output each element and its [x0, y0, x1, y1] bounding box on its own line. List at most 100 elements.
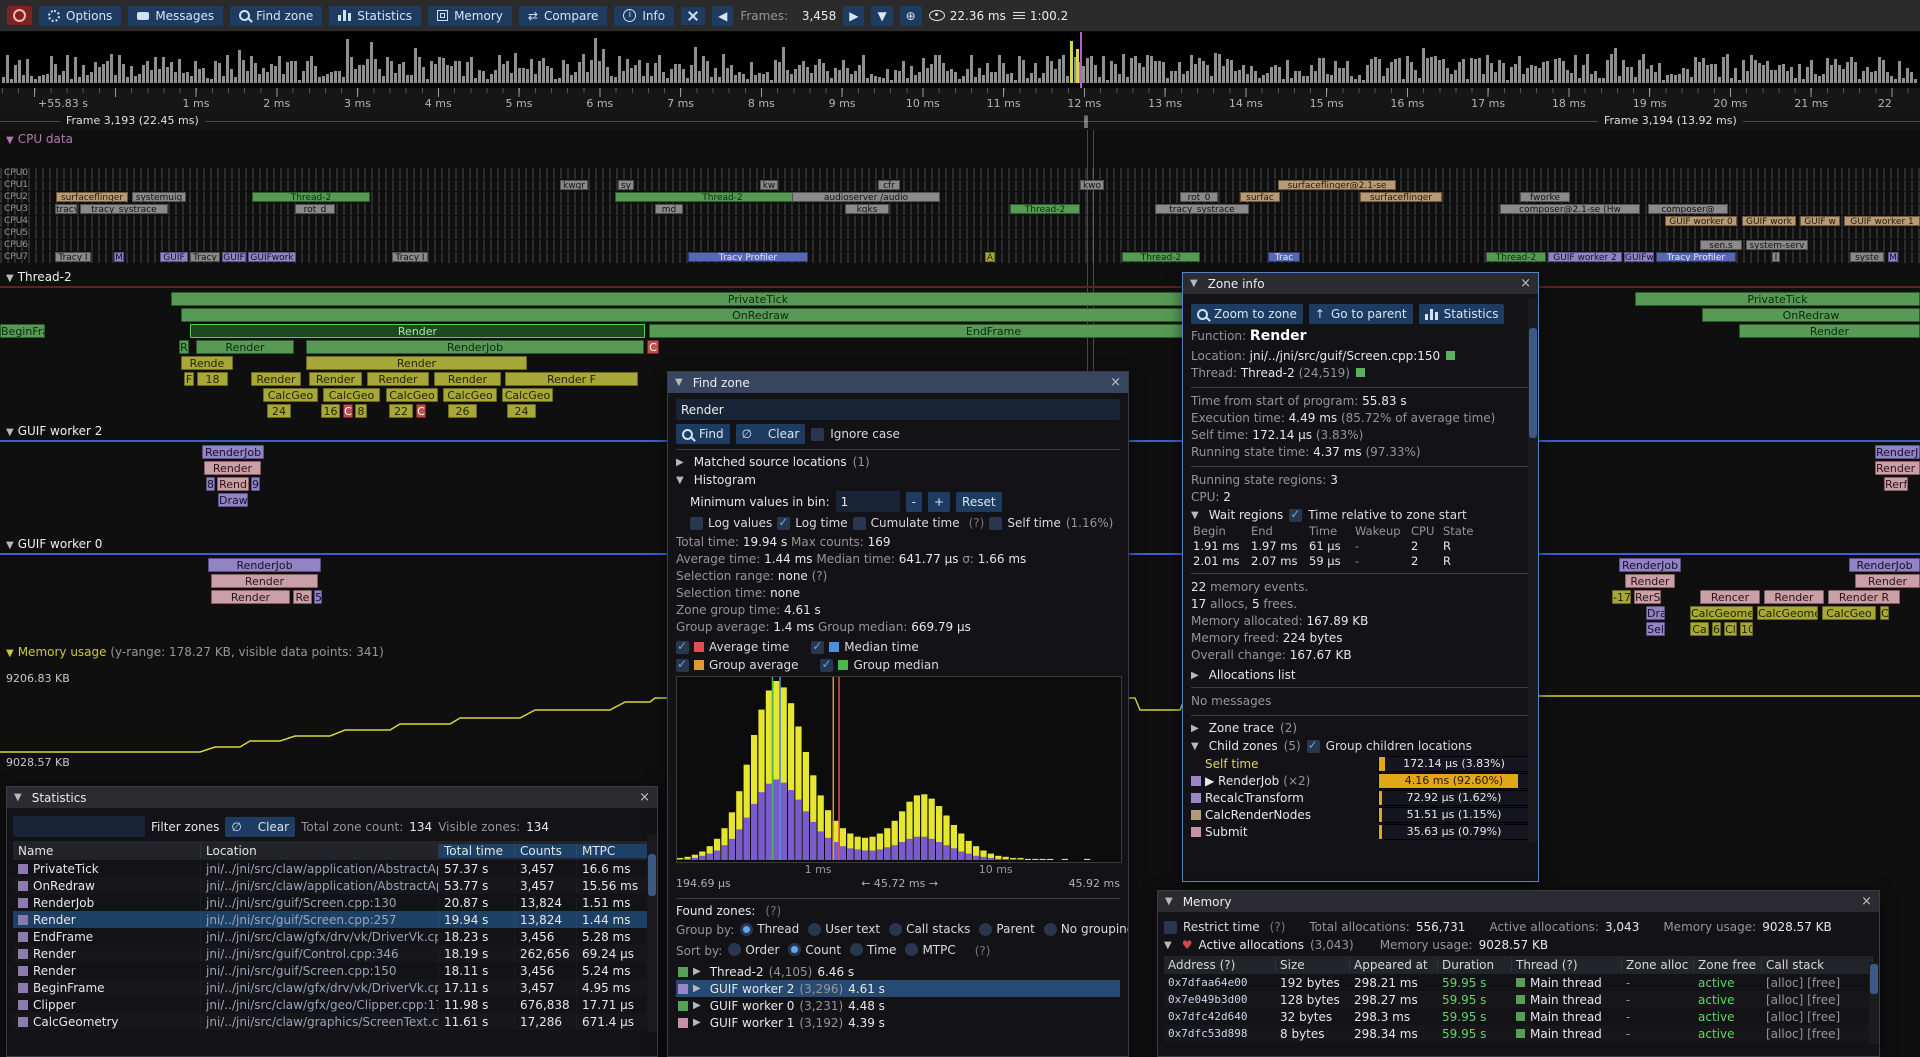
allocations-column-header[interactable]: Thread (?) [1512, 958, 1622, 972]
collapse-icon[interactable]: ▼ [1165, 896, 1173, 907]
time-ruler[interactable]: +55.83 s 1 ms2 ms3 ms4 ms5 ms6 ms7 ms8 m… [0, 88, 1920, 114]
zone-trace-toggle[interactable]: ▶Zone trace(2) [1191, 721, 1530, 735]
timeline-zone[interactable]: RenderJob [1619, 558, 1681, 572]
timeline-zone[interactable]: C [343, 404, 353, 418]
allocations-table-header[interactable]: Address (?)SizeAppeared atDurationThread… [1164, 956, 1873, 974]
cpu-zone-chip[interactable]: Thread-2 [1486, 252, 1546, 262]
statistics-row[interactable]: RenderJobjni/../jni/src/guif/Screen.cpp:… [13, 894, 651, 911]
timeline-zone[interactable]: Render [251, 372, 301, 386]
collapse-icon[interactable]: ▼ [675, 377, 683, 388]
options-button[interactable]: Options [39, 6, 121, 26]
timeline-zone[interactable]: Render [190, 324, 645, 338]
statistics-row[interactable]: OnRedrawjni/../jni/src/claw/application/… [13, 877, 651, 894]
collapse-icon[interactable]: ▼ [14, 792, 22, 803]
timeline-zone[interactable]: 10 [1740, 622, 1753, 636]
clear-filter-button[interactable]: ∅ Clear [225, 817, 295, 837]
zoom-to-zone-button[interactable]: Zoom to zone [1191, 304, 1303, 324]
crosshair-button[interactable]: ⊕ [900, 6, 922, 26]
statistics-row[interactable]: Renderjni/../jni/src/guif/Screen.cpp:150… [13, 962, 651, 979]
timeline-zone[interactable]: -17 [1612, 590, 1631, 604]
found-zone-group[interactable]: ▶GUIF worker 1(3,192)4.39 s [676, 1014, 1120, 1031]
allocation-row[interactable]: 0x7dfc53d8988 bytes298.34 ms59.95 sMain … [1164, 1025, 1873, 1042]
cpu-zone-chip[interactable]: composer@ [1648, 204, 1728, 214]
timeline-zone[interactable]: 9 [251, 477, 260, 491]
frame-dropdown-button[interactable]: ▼ [871, 6, 892, 26]
timeline-zone[interactable]: RenderJob [1849, 558, 1920, 572]
cpu-zone-chip[interactable]: surfaceflinger [56, 192, 128, 202]
tools-button[interactable] [681, 7, 705, 25]
cumulate-time-checkbox[interactable] [853, 517, 866, 530]
timeline-zone[interactable]: PrivateTick [1635, 292, 1920, 306]
find-zone-histogram[interactable] [676, 676, 1122, 863]
child-zones-label[interactable]: Child zones [1209, 739, 1278, 753]
cpu-zone-chip[interactable]: tracy_systrace [80, 204, 168, 214]
cpu-zone-chip[interactable]: md [655, 204, 683, 214]
statistics-table-header[interactable]: Name Location Total time Counts MTPC [13, 841, 651, 860]
cpu-zone-chip[interactable]: rot_0 [1180, 192, 1218, 202]
allocations-column-header[interactable]: Zone alloc [1622, 958, 1694, 972]
cpu-zone-chip[interactable]: tracy_systrace [1155, 204, 1249, 214]
find-zone-button[interactable]: Find zone [230, 6, 322, 26]
cpu-zone-chip[interactable]: GUIF work [1742, 216, 1796, 226]
radio-no-grouping[interactable]: No grouping [1044, 922, 1129, 936]
find-zone-search-input[interactable] [676, 399, 1120, 420]
allocations-column-header[interactable]: Size [1276, 958, 1350, 972]
cpu-zone-chip[interactable]: GUIFw [1624, 252, 1654, 262]
frame-label[interactable]: Frame 3,193 (22.45 ms) [60, 114, 205, 127]
allocations-column-header[interactable]: Call stack [1762, 958, 1873, 972]
timeline-zone[interactable]: 5 [314, 590, 322, 604]
statistics-row[interactable]: PrivateTickjni/../jni/src/claw/applicati… [13, 860, 651, 877]
cpu-zone-chip[interactable]: M [114, 252, 124, 262]
timeline-zone[interactable]: 8 [206, 477, 215, 491]
zone-info-titlebar[interactable]: ▼ Zone info × [1183, 273, 1538, 294]
min-bin-decrease-button[interactable]: - [906, 492, 922, 512]
zone-info-scrollbar[interactable] [1528, 298, 1538, 842]
allocations-list-toggle[interactable]: ▶Allocations list [1191, 668, 1530, 682]
found-zone-group[interactable]: ▶GUIF worker 2(3,296)4.61 s [676, 980, 1120, 997]
memory-button[interactable]: Memory [428, 6, 512, 26]
timeline-zone[interactable]: BeginFrame [0, 324, 45, 338]
radio-time[interactable]: Time [850, 943, 896, 957]
cpu-zone-chip[interactable]: kwgr [560, 180, 588, 190]
relative-time-checkbox[interactable] [1289, 509, 1302, 522]
timeline-zone[interactable]: Draw [218, 493, 248, 507]
cpu-zone-chip[interactable]: Trac [1268, 252, 1300, 262]
timeline-zone[interactable]: Render [367, 372, 429, 386]
legend-group-average[interactable]: Group average [676, 658, 798, 672]
statistics-row[interactable]: Clipperjni/../jni/src/claw/gfx/geo/Clipp… [13, 996, 651, 1013]
cpu-zone-chip[interactable]: Tracy I [55, 252, 91, 262]
timeline-zone[interactable]: RenderJob [202, 445, 264, 459]
timeline-zone[interactable]: 26 [448, 404, 477, 418]
allocation-row[interactable]: 0x7dfc42d64032 bytes298.3 ms59.95 sMain … [1164, 1008, 1873, 1025]
filter-zones-input[interactable] [13, 816, 145, 837]
cpu-zone-chip[interactable]: GUIF worker 2 [1548, 252, 1622, 262]
timeline-zone[interactable]: Cl [1724, 622, 1737, 636]
statistics-row[interactable]: CalcGeometryjni/../jni/src/claw/graphics… [13, 1013, 651, 1030]
memory-titlebar[interactable]: ▼ Memory × [1158, 891, 1879, 912]
cpu-zone-chip[interactable]: rot_d [295, 204, 335, 214]
timeline-zone[interactable]: Render Ren [1875, 461, 1920, 475]
child-zone-row[interactable]: RecalcTransform72.92 µs (1.62%) [1191, 789, 1530, 806]
found-zone-group[interactable]: ▶Thread-2(4,105)6.46 s [676, 963, 1120, 980]
guif-worker0-header[interactable]: ▼GUIF worker 0 [6, 537, 102, 551]
timeline-zone[interactable]: 22 [389, 404, 413, 418]
cpu-zone-chip[interactable]: GUIF [222, 252, 246, 262]
timeline-zone[interactable]: Render [1739, 324, 1920, 338]
cpu-zone-chip[interactable]: surfaceflinger [1360, 192, 1442, 202]
legend-group-median[interactable]: Group median [820, 658, 938, 672]
timeline-zone[interactable]: Render F [505, 372, 638, 386]
compare-button[interactable]: Compare [519, 6, 608, 26]
group-children-checkbox[interactable] [1307, 740, 1320, 753]
cpu-zone-chip[interactable]: Tracy Profiler [1656, 252, 1736, 262]
zone-statistics-button[interactable]: Statistics [1419, 304, 1505, 324]
cpu-zone-chip[interactable]: A [985, 252, 995, 262]
timeline-zone[interactable]: CalcGeomet [1757, 606, 1818, 620]
allocations-column-header[interactable]: Duration [1438, 958, 1512, 972]
cpu-zone-chip[interactable]: GUIF worker 0 [1665, 216, 1737, 226]
child-zone-row[interactable]: Submit35.63 µs (0.79%) [1191, 823, 1530, 840]
legend-median-time[interactable]: Median time [811, 640, 919, 654]
go-to-parent-button[interactable]: ↑Go to parent [1309, 304, 1413, 324]
allocations-column-header[interactable]: Address (?) [1164, 958, 1276, 972]
timeline-zone[interactable]: CalcGeo [323, 388, 380, 402]
timeline-zone[interactable]: 18 [197, 372, 228, 386]
